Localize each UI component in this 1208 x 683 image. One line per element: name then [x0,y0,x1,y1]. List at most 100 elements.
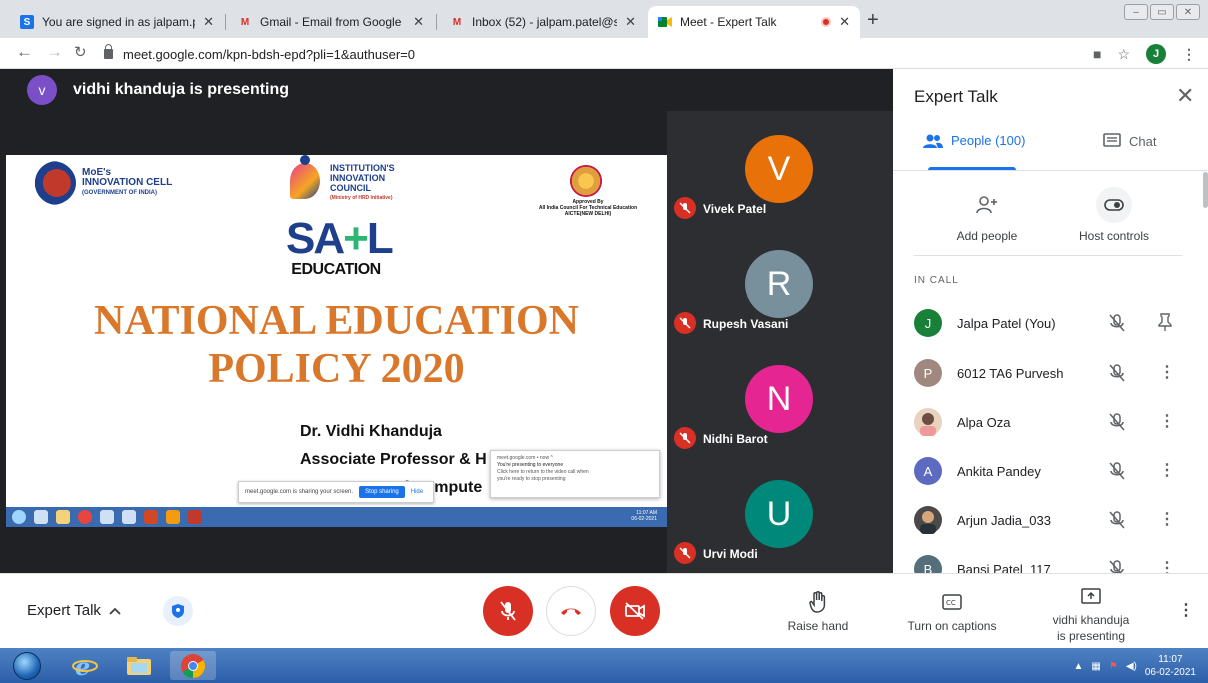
presenter-avatar: v [27,75,57,105]
panel-scrollbar[interactable] [1203,172,1208,208]
show-hidden-icons-icon[interactable]: ▲ [1073,661,1083,672]
participant-row[interactable]: A Ankita Pandey ⋮ [914,456,1184,486]
windows-taskbar: e ▲ ▦ ⚑ ◀) 11:07 06-02-2021 [0,648,1208,683]
participant-row[interactable]: J Jalpa Patel (You) [914,308,1184,338]
presenting-label: vidhi khanduja [1052,613,1130,627]
presenting-notification[interactable]: meet.google.com • now ^ You're presentin… [490,450,660,498]
camera-off-icon [625,602,645,620]
more-options-icon[interactable]: ⋮ [1159,509,1175,529]
browser-toolbar: ← → ↻ meet.google.com/kpn-bdsh-epd?pli=1… [0,38,1208,69]
participant-row[interactable]: Arjun Jadia_033 ⋮ [914,505,1184,535]
system-tray: ▲ ▦ ⚑ ◀) 11:07 06-02-2021 [1073,653,1196,679]
more-options-icon[interactable]: ⋮ [1159,362,1175,382]
clock-date: 06-02-2021 [1144,667,1196,678]
recording-dot-icon [821,17,832,27]
reload-icon[interactable]: ↻ [74,43,87,61]
svg-text:CC: CC [946,599,956,607]
participant-row[interactable]: B Bansi Patel_117 ⋮ [914,554,1184,573]
participant-tile[interactable]: N Nidhi Barot [667,341,893,456]
tab-people[interactable]: People (100) [923,133,1025,148]
sal-favicon-icon: S [20,15,34,29]
participant-row[interactable]: P 6012 TA6 Purvesh ⋮ [914,358,1184,388]
shield-icon [172,604,184,618]
tab-separator [225,14,226,30]
tile-name: Rupesh Vasani [703,317,789,331]
internet-explorer-icon[interactable]: e [62,651,108,680]
sal-plus: + [343,214,369,263]
iic-logo: INSTITUTION'S INNOVATION COUNCIL (Minist… [286,155,395,205]
powerpoint-icon [144,510,158,524]
meet-icon [658,15,672,29]
tab-close-icon[interactable]: ✕ [203,14,214,30]
minimize-button[interactable]: – [1124,4,1148,20]
tab-separator [436,14,437,30]
profile-avatar[interactable]: J [1146,44,1166,64]
camera-toggle-button[interactable] [610,586,660,636]
presenting-button[interactable]: vidhi khanduja is presenting [1044,584,1138,644]
ie-icon [34,510,48,524]
forward-icon[interactable]: → [46,42,63,62]
mic-off-icon [1109,413,1125,431]
raise-hand-button[interactable]: Raise hand [784,590,852,634]
browser-tab-gmail[interactable]: M Gmail - Email from Google ✕ [228,6,434,38]
host-controls-button[interactable]: Host controls [1069,187,1159,243]
stop-sharing-button[interactable]: Stop sharing [359,486,405,498]
bookmark-star-icon[interactable]: ☆ [1117,46,1130,63]
moe-brain-gear-icon [28,161,76,205]
browser-tab-strip: S You are signed in as jalpam.patel ✕ M … [0,0,1208,38]
network-icon[interactable]: ▦ [1091,661,1100,672]
meeting-details-button[interactable]: Expert Talk [27,602,121,619]
more-options-icon[interactable]: ⋮ [1159,411,1175,431]
mic-toggle-button[interactable] [483,586,533,636]
browser-tab-inbox[interactable]: M Inbox (52) - jalpam.patel@sal.edu ✕ [440,6,646,38]
shared-screen[interactable]: MoE's INNOVATION CELL (GOVERNMENT OF IND… [6,155,667,527]
volume-icon[interactable]: ◀) [1126,661,1137,672]
browser-tab-meet[interactable]: Meet - Expert Talk ✕ [648,6,860,38]
close-window-button[interactable]: ✕ [1176,4,1200,20]
flag-icon[interactable]: ⚑ [1109,661,1118,672]
tab-close-icon[interactable]: ✕ [839,14,850,30]
more-options-icon[interactable]: ⋮ [1159,460,1175,480]
tab-close-icon[interactable]: ✕ [413,14,424,30]
sal-text: SA [286,214,345,263]
mic-off-icon [674,197,696,219]
more-options-icon[interactable]: ⋮ [1159,558,1175,573]
leave-call-button[interactable] [546,586,596,636]
more-options-icon[interactable]: ⋮ [1178,600,1194,620]
back-icon[interactable]: ← [16,42,33,62]
captions-label: Turn on captions [907,619,997,633]
pin-icon[interactable] [1158,313,1172,331]
slide-title-line-2: POLICY 2020 [208,346,465,392]
camera-icon[interactable]: ■ [1093,46,1101,62]
tab-chat[interactable]: Chat [1103,133,1156,149]
mic-off-icon [674,542,696,564]
tab-close-icon[interactable]: ✕ [625,14,636,30]
hide-button[interactable]: Hide [411,489,423,495]
system-clock[interactable]: 11:07 06-02-2021 [1145,653,1196,679]
presenter-banner: v vidhi khanduja is presenting [0,69,893,111]
browser-tab-signed-in[interactable]: S You are signed in as jalpam.patel ✕ [10,6,224,38]
chrome-taskbar-icon[interactable] [170,651,216,680]
add-people-button[interactable]: Add people [947,187,1027,243]
participant-tile[interactable]: U Urvi Modi [667,456,893,571]
address-bar[interactable]: meet.google.com/kpn-bdsh-epd?pli=1&authu… [104,42,1064,66]
tile-avatar: U [745,480,813,548]
captions-button[interactable]: CC Turn on captions [900,590,1004,634]
close-panel-icon[interactable]: ✕ [1176,85,1194,107]
tab-title: Meet - Expert Talk [680,15,777,29]
browser-menu-icon[interactable]: ⋮ [1182,46,1196,63]
file-explorer-icon[interactable] [116,651,162,680]
raise-hand-label: Raise hand [787,619,849,633]
participant-tile[interactable]: R Rupesh Vasani [667,226,893,341]
maximize-button[interactable]: ▭ [1150,4,1174,20]
meeting-stage: v vidhi khanduja is presenting MoE's INN… [0,69,893,573]
participant-tile[interactable]: V Vivek Patel [667,111,893,226]
new-tab-button[interactable]: + [867,9,879,32]
participant-row[interactable]: Alpa Oza ⋮ [914,407,1184,437]
start-button[interactable] [4,651,50,680]
participant-photo-avatar [914,506,942,534]
people-icon [923,134,943,148]
participant-tiles: V Vivek Patel R Rupesh Vasani N Nidhi Ba… [667,111,893,573]
security-shield-button[interactable] [163,596,193,626]
gmail-icon: M [452,16,462,28]
